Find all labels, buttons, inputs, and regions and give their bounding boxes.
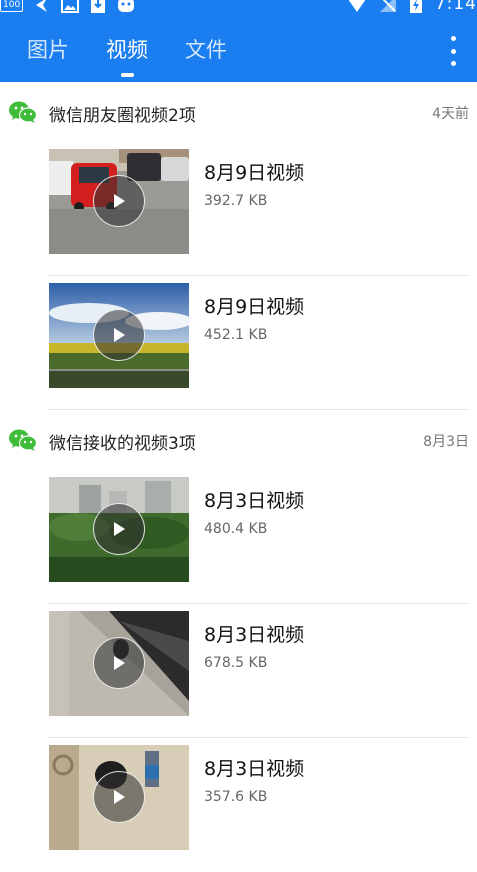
wechat-icon [9,429,37,451]
group-header-received[interactable]: 微信接收的视频3项 8月3日 [0,410,477,470]
group-title: 微信接收的视频3项 [49,434,196,454]
video-thumbnail [49,477,189,582]
video-size: 678.5 KB [204,655,268,671]
more-dot-icon [450,48,456,54]
video-size: 452.1 KB [204,327,268,343]
video-thumbnail [49,611,189,716]
more-options-button[interactable] [441,36,465,66]
play-icon [93,309,145,361]
play-icon [93,175,145,227]
video-item[interactable]: 8月3日视频 357.6 KB [0,738,477,872]
video-size: 480.4 KB [204,521,268,537]
video-title: 8月9日视频 [204,296,305,318]
wechat-icon [9,101,37,123]
video-list: 微信朋友圈视频2项 4天前 8月9日视频 392.7 KB 8月9日视频 452… [0,82,477,872]
tab-videos[interactable]: 视频 [106,34,148,64]
video-thumbnail [49,149,189,254]
back-arrow-icon [36,0,48,12]
video-item[interactable]: 8月9日视频 392.7 KB [0,142,477,276]
video-title: 8月3日视频 [204,758,305,780]
image-icon [61,0,80,13]
group-date: 8月3日 [423,434,469,450]
video-title: 8月3日视频 [204,624,305,646]
tab-images[interactable]: 图片 [27,34,69,64]
no-signal-icon [379,0,396,12]
video-title: 8月3日视频 [204,490,305,512]
video-item[interactable]: 8月3日视频 678.5 KB [0,604,477,738]
more-dot-icon [450,36,456,41]
active-tab-indicator [121,73,134,77]
android-icon [118,0,135,12]
clock: 7:14 [434,0,477,14]
video-thumbnail [49,283,189,388]
battery-charging-icon [409,0,422,13]
download-icon [91,0,106,13]
wifi-icon [348,0,366,12]
video-item[interactable]: 8月9日视频 452.1 KB [0,276,477,410]
battery-icon: 100 [0,0,24,12]
play-icon [93,637,145,689]
video-thumbnail [49,745,189,850]
more-dot-icon [450,61,456,66]
app-bar: 图片 视频 文件 [0,18,477,82]
group-title: 微信朋友圈视频2项 [49,106,196,126]
group-date: 4天前 [432,106,469,122]
play-icon [93,771,145,823]
video-title: 8月9日视频 [204,162,305,184]
group-header-moments[interactable]: 微信朋友圈视频2项 4天前 [0,82,477,142]
video-size: 392.7 KB [204,193,268,209]
tab-files[interactable]: 文件 [185,34,227,64]
video-item[interactable]: 8月3日视频 480.4 KB [0,470,477,604]
status-bar: 100 7:14 [0,0,477,18]
play-icon [93,503,145,555]
